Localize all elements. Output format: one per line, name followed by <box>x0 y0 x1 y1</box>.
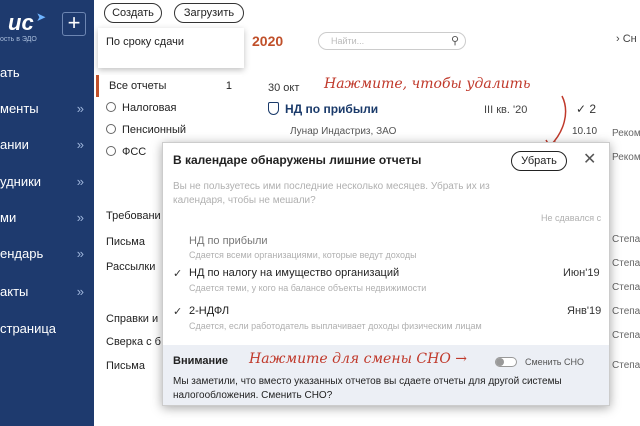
bg-column-clip: Степа <box>612 258 640 269</box>
sort-filter-dropdown[interactable]: По сроку сдачи <box>98 28 244 68</box>
group-reconciliation[interactable]: Сверка с б <box>106 336 161 348</box>
report-status: ✓ 2 <box>576 102 597 116</box>
group-letters[interactable]: Письма <box>106 236 145 248</box>
sidebar-item-label: удники <box>0 174 42 189</box>
report-option-desc: Сдается всеми организациями, которые вед… <box>189 250 417 260</box>
sidebar-item-home-page[interactable]: страница <box>0 316 94 342</box>
dialog-title: В календаре обнаружены лишние отчеты <box>173 153 422 167</box>
dialog-intro-line: календаря, чтобы не мешали? <box>173 195 316 206</box>
remove-button[interactable]: Убрать <box>511 151 567 171</box>
shield-icon <box>268 102 279 115</box>
group-certificates[interactable]: Справки и <box>106 313 158 325</box>
report-date: 30 окт <box>268 82 300 94</box>
chevron-double-right-icon: » <box>76 246 84 261</box>
next-period-link[interactable]: › Сн <box>616 33 637 45</box>
sno-hint-annotation: Нажмите для смены СНО → <box>249 351 467 367</box>
tax-office-icon <box>106 102 116 112</box>
report-row[interactable]: НД по прибыли <box>268 102 378 116</box>
report-option-desc: Сдается теми, у кого на балансе объекты … <box>189 283 427 293</box>
report-option-checkbox[interactable]: ✓ <box>173 267 182 280</box>
year-title: 2020 <box>252 33 284 49</box>
sidebar: uc ➤ ость в ЭДО + ать менты » ании » удник… <box>0 0 94 426</box>
upload-button[interactable]: Загрузить <box>174 3 244 23</box>
change-sno-label: Сменить СНО <box>525 357 585 367</box>
group-requirements[interactable]: Требовани <box>106 210 161 222</box>
pension-fund-icon <box>106 124 116 134</box>
chevron-double-right-icon: » <box>76 101 84 116</box>
sidebar-item-label: акты <box>0 284 29 299</box>
bird-icon: ➤ <box>36 10 47 24</box>
bg-column-clip: Степа <box>612 360 640 371</box>
report-company: Лунар Индастриз, ЗАО <box>290 126 397 137</box>
report-option-title: НД по прибыли <box>189 235 268 247</box>
sidebar-item-calendar[interactable]: ендарь » <box>0 241 94 267</box>
list-item-tax[interactable]: Налоговая <box>96 97 242 119</box>
bg-column-clip: Степа <box>612 234 640 245</box>
sidebar-item-money[interactable]: ми » <box>0 205 94 231</box>
report-option-title: НД по налогу на имущество организаций <box>189 267 400 279</box>
close-icon[interactable]: ✕ <box>583 149 596 169</box>
list-item-all-reports[interactable]: Все отчеты 1 <box>96 75 242 97</box>
bg-column-clip: Степа <box>612 330 640 341</box>
sidebar-item-label: страница <box>0 321 57 336</box>
report-option-title: 2-НДФЛ <box>189 305 230 317</box>
group-letters-2[interactable]: Письма <box>106 360 145 372</box>
sidebar-item-label: ании <box>0 137 29 152</box>
chevron-double-right-icon: » <box>76 137 84 152</box>
sidebar-item-contacts[interactable]: акты » <box>0 279 94 305</box>
bg-column-clip: Реком <box>612 128 640 139</box>
sidebar-item-employees[interactable]: удники » <box>0 169 94 195</box>
sidebar-item-label: ендарь <box>0 246 44 261</box>
report-option-date: Июн'19 <box>563 267 600 279</box>
chevron-double-right-icon: » <box>76 174 84 189</box>
sidebar-item-label: ать <box>0 65 20 80</box>
list-item-label: Налоговая <box>122 102 177 114</box>
sort-filter-label: По сроку сдачи <box>106 36 184 48</box>
report-title: НД по прибыли <box>285 102 379 116</box>
report-option-checkbox[interactable]: ✓ <box>173 305 182 318</box>
bg-column-clip: Реком <box>612 152 640 163</box>
sidebar-item-label: менты <box>0 101 39 116</box>
toggle-knob <box>496 358 504 366</box>
warning-title: Внимание <box>173 355 228 367</box>
warning-text: Мы заметили, что вместо указанных отчето… <box>173 376 562 401</box>
search-icon[interactable]: ⚲ <box>451 33 459 49</box>
report-option-desc: Сдается, если работодатель выплачивает д… <box>189 321 482 331</box>
search-input[interactable]: Найти... ⚲ <box>318 32 466 50</box>
brand-subtitle: ость в ЭДО <box>0 36 37 43</box>
sidebar-item-companies[interactable]: ании » <box>0 132 94 158</box>
bg-column-clip: Степа <box>612 306 640 317</box>
chevron-double-right-icon: » <box>76 210 84 225</box>
sidebar-item-documents[interactable]: менты » <box>0 96 94 122</box>
list-item-label: Все отчеты <box>109 80 167 92</box>
add-button[interactable]: + <box>62 12 86 36</box>
chevron-double-right-icon: » <box>76 284 84 299</box>
dialog-intro-line: Вы не пользуетесь ими последние нескольк… <box>173 181 490 192</box>
list-item-pension[interactable]: Пенсионный <box>96 119 242 141</box>
group-mailings[interactable]: Рассылки <box>106 261 155 273</box>
brand-name: uc <box>8 10 34 35</box>
sidebar-item-label: ми <box>0 210 17 225</box>
column-header-not-submitted: Не сдавался с <box>541 213 602 223</box>
delete-hint-annotation: Нажмите, чтобы удалить <box>324 76 531 92</box>
create-button[interactable]: Создать <box>104 3 162 23</box>
sidebar-item-reporting[interactable]: ать <box>0 60 94 86</box>
extra-reports-dialog: В календаре обнаружены лишние отчеты Убр… <box>162 142 610 406</box>
logo: uc ➤ ость в ЭДО <box>0 8 60 44</box>
list-item-label: ФСС <box>122 146 147 158</box>
report-date-2: 10.10 <box>572 126 598 137</box>
report-period: III кв. '20 <box>484 104 528 116</box>
list-item-label: Пенсионный <box>122 124 187 136</box>
change-sno-toggle[interactable] <box>495 357 517 367</box>
count-badge: 1 <box>225 80 232 92</box>
report-option-date: Янв'19 <box>567 305 602 317</box>
fss-icon <box>106 146 116 156</box>
search-placeholder: Найти... <box>331 36 365 46</box>
bg-column-clip: Степа <box>612 282 640 293</box>
warning-block: Внимание Нажмите для смены СНО → Сменить… <box>163 345 609 405</box>
